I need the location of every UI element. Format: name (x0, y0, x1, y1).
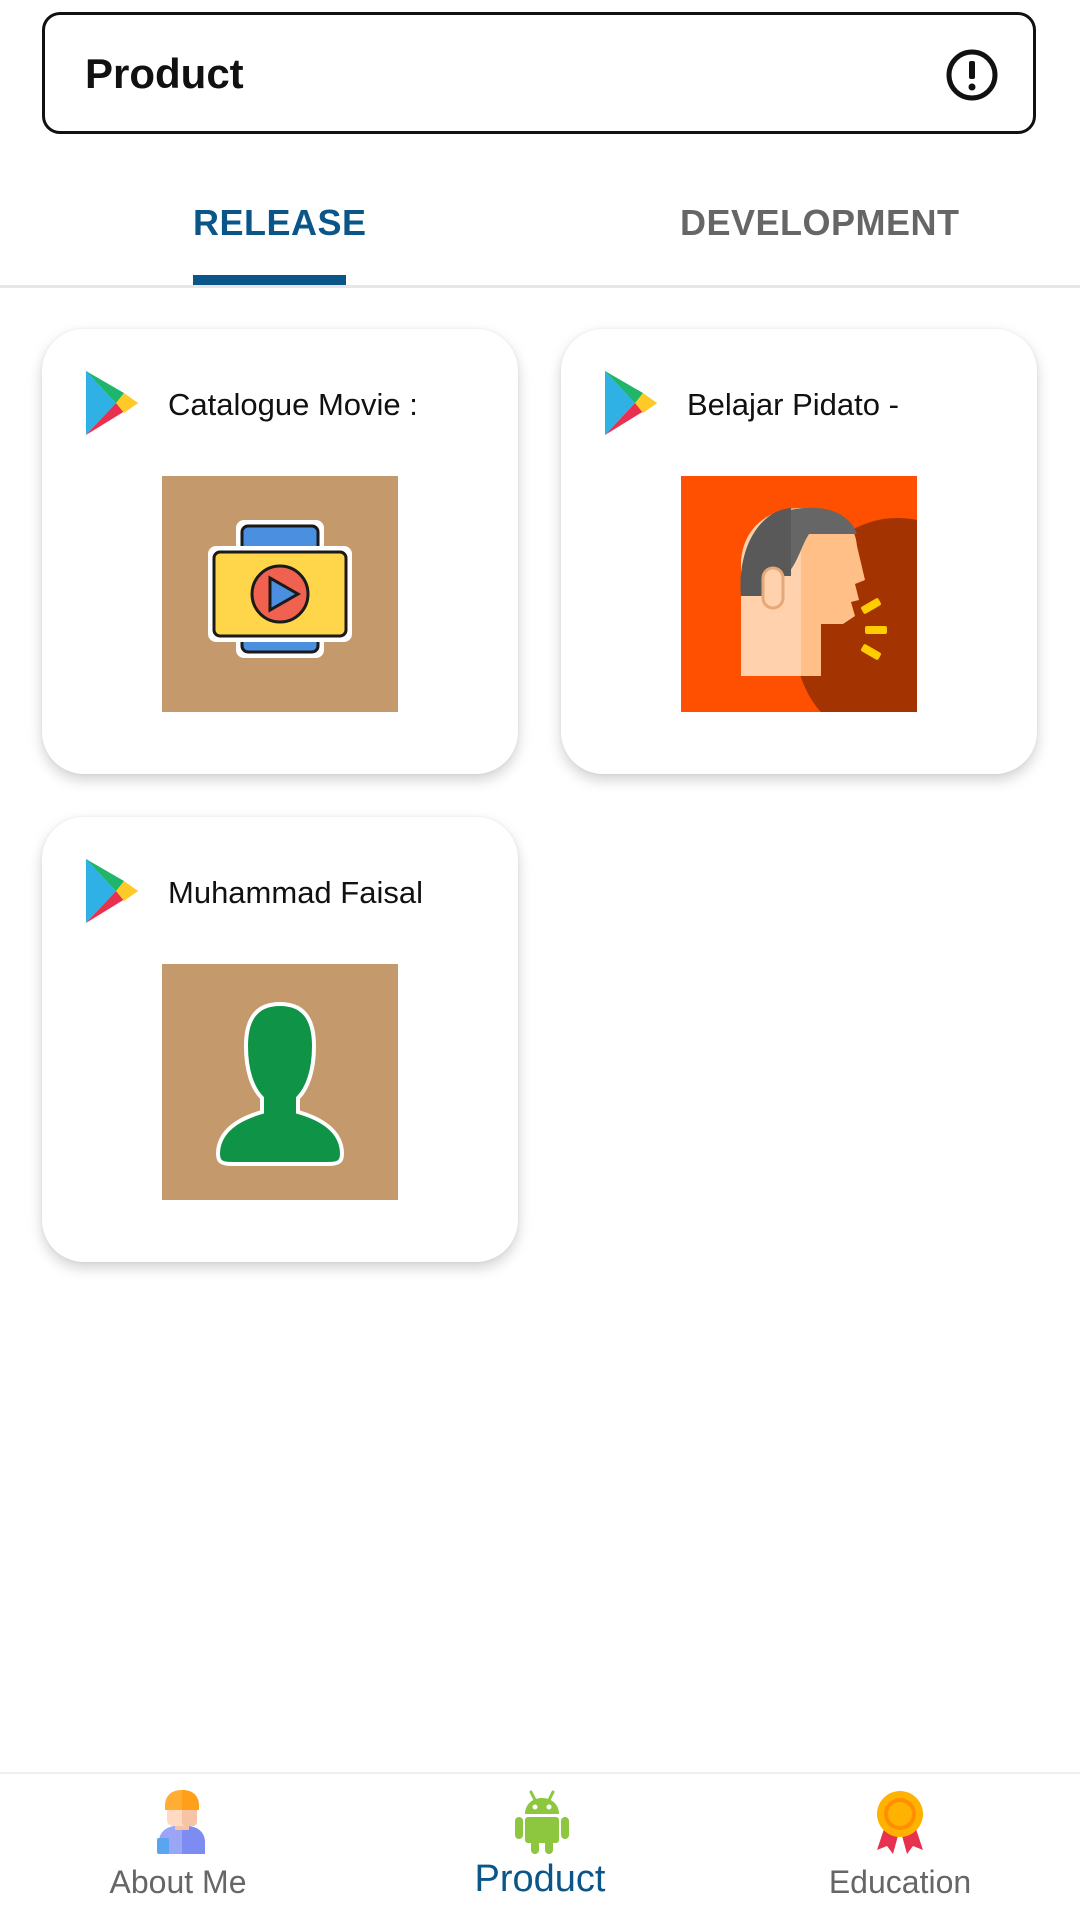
app-bar: Product (42, 12, 1036, 134)
product-screen: Product RELEASE DEVELOPMENT Catalogue Mo… (0, 0, 1080, 1920)
person-icon (157, 1790, 205, 1854)
card-title: Belajar Pidato - (687, 387, 899, 422)
tab-release[interactable]: RELEASE (193, 160, 366, 285)
nav-item-education[interactable]: Education (720, 1774, 1080, 1920)
nav-label: Education (828, 1864, 972, 1900)
nav-item-product[interactable]: Product (360, 1774, 720, 1920)
tab-development[interactable]: DEVELOPMENT (680, 160, 959, 285)
page-title: Product (85, 50, 244, 97)
card-title: Muhammad Faisal (168, 875, 423, 910)
info-alert-icon[interactable] (945, 48, 999, 102)
google-play-icon (605, 371, 657, 435)
tab-release-label: RELEASE (193, 202, 367, 243)
product-card-belajar-pidato[interactable]: Belajar Pidato - (561, 329, 1037, 774)
bottom-navigation: About Me Product Education (0, 1772, 1080, 1920)
nav-item-about-me[interactable]: About Me (0, 1774, 360, 1920)
android-icon (515, 1790, 569, 1854)
tab-bar: RELEASE DEVELOPMENT (0, 160, 1080, 288)
nav-label: About Me (109, 1864, 247, 1900)
card-title: Catalogue Movie : (168, 387, 418, 422)
google-play-icon (86, 859, 138, 923)
nav-label: Product (474, 1858, 606, 1900)
speaking-person-icon (681, 476, 917, 712)
tab-selected-indicator (193, 275, 346, 285)
product-card-muhammad-faisal[interactable]: Muhammad Faisal (42, 817, 518, 1262)
user-silhouette-icon (162, 964, 398, 1200)
product-card-catalogue-movie[interactable]: Catalogue Movie : (42, 329, 518, 774)
medal-icon (877, 1791, 923, 1854)
movie-player-icon (162, 476, 398, 712)
tab-development-label: DEVELOPMENT (680, 202, 960, 243)
google-play-icon (86, 371, 138, 435)
